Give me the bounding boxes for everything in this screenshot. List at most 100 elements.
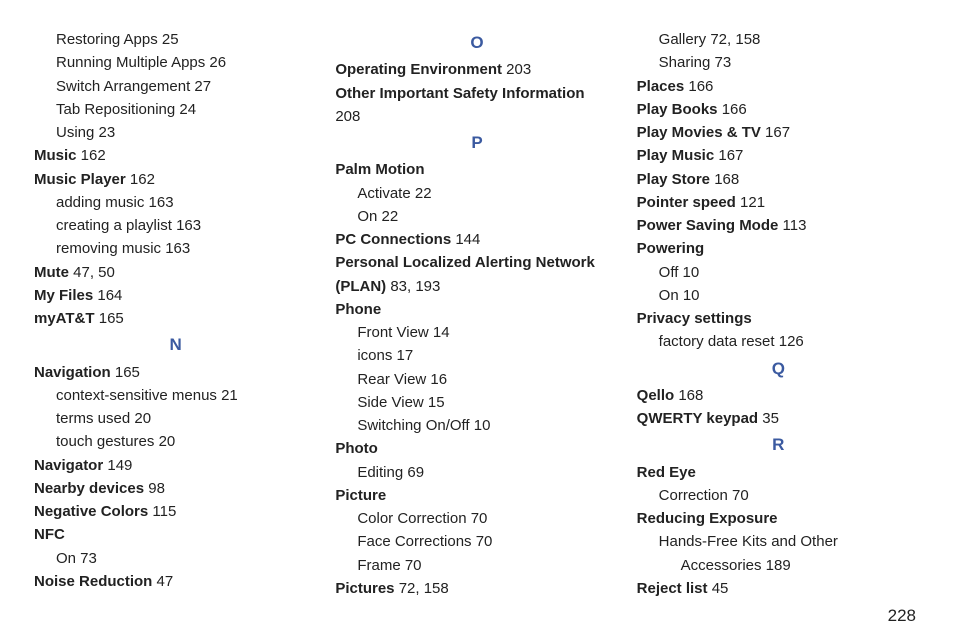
index-letter-heading: R xyxy=(637,432,920,458)
index-subentry: Tab Repositioning xyxy=(56,101,175,118)
index-page-ref: 15 xyxy=(424,394,445,411)
index-term: Music Player xyxy=(34,171,126,188)
index-term: Palm Motion xyxy=(335,161,424,178)
index-entry: Hands-Free Kits and Other xyxy=(637,530,920,553)
index-entry: Off 10 xyxy=(637,261,920,284)
index-page-ref: 22 xyxy=(377,208,398,225)
index-entry: Front View 14 xyxy=(335,321,618,344)
index-term: Navigator xyxy=(34,457,103,474)
index-entry: PC Connections 144 xyxy=(335,228,618,251)
index-entry: On 73 xyxy=(34,547,317,570)
index-entry: Running Multiple Apps 26 xyxy=(34,51,317,74)
index-page-ref: 10 xyxy=(678,264,699,281)
index-entry: Play Books 166 xyxy=(637,98,920,121)
index-entry: Frame 70 xyxy=(335,554,618,577)
index-term: myAT&T xyxy=(34,310,95,327)
index-subentry: Restoring Apps xyxy=(56,31,158,48)
index-entry: Side View 15 xyxy=(335,391,618,414)
index-term: Negative Colors xyxy=(34,503,148,520)
index-subentry: touch gestures xyxy=(56,433,154,450)
index-page-ref: 10 xyxy=(679,287,700,304)
index-entry: Mute 47, 50 xyxy=(34,261,317,284)
index-subentry: On xyxy=(56,550,76,567)
index-entry: Using 23 xyxy=(34,121,317,144)
index-column-2: OOperating Environment 203Other Importan… xyxy=(335,28,618,588)
index-subentry: Color Correction xyxy=(357,510,466,527)
index-entry: Pictures 72, 158 xyxy=(335,577,618,600)
index-entry: factory data reset 126 xyxy=(637,330,920,353)
index-entry: Sharing 73 xyxy=(637,51,920,74)
index-entry: Color Correction 70 xyxy=(335,507,618,530)
index-subentry: Correction xyxy=(659,487,728,504)
index-term: Navigation xyxy=(34,364,111,381)
index-subentry: Editing xyxy=(357,464,403,481)
index-subentry: 208 xyxy=(335,108,360,125)
index-page-ref: 70 xyxy=(401,557,422,574)
index-page-ref: 25 xyxy=(158,31,179,48)
index-page-ref: 144 xyxy=(451,231,480,248)
index-page-ref: 83, 193 xyxy=(386,278,440,295)
index-subentry: removing music xyxy=(56,240,161,257)
index-page-ref: 164 xyxy=(93,287,122,304)
index-subentry: icons xyxy=(357,347,392,364)
index-term: Play Movies & TV xyxy=(637,124,761,141)
index-entry: myAT&T 165 xyxy=(34,307,317,330)
index-entry: Navigation 165 xyxy=(34,361,317,384)
index-page-ref: 149 xyxy=(103,457,132,474)
index-subentry: Rear View xyxy=(357,371,426,388)
index-subentry: Hands-Free Kits and Other xyxy=(659,533,838,550)
index-subentry: Front View xyxy=(357,324,428,341)
index-page-ref: 23 xyxy=(94,124,115,141)
index-page-ref: 126 xyxy=(775,333,804,350)
index-entry: icons 17 xyxy=(335,344,618,367)
index-page-ref: 98 xyxy=(144,480,165,497)
index-page-ref: 24 xyxy=(175,101,196,118)
index-term: Play Music xyxy=(637,147,715,164)
index-term: Powering xyxy=(637,240,705,257)
index-subentry: terms used xyxy=(56,410,130,427)
index-entry: Nearby devices 98 xyxy=(34,477,317,500)
index-entry: Play Store 168 xyxy=(637,168,920,191)
index-entry: Rear View 16 xyxy=(335,368,618,391)
index-term: Operating Environment xyxy=(335,61,502,78)
index-subentry: adding music xyxy=(56,194,144,211)
index-entry: Powering xyxy=(637,237,920,260)
index-page-ref: 26 xyxy=(205,54,226,71)
index-page-ref: 27 xyxy=(190,78,211,95)
index-subentry: Running Multiple Apps xyxy=(56,54,205,71)
index-entry: Palm Motion xyxy=(335,158,618,181)
index-subentry: On xyxy=(357,208,377,225)
index-page-ref: 70 xyxy=(472,533,493,550)
index-entry: Navigator 149 xyxy=(34,454,317,477)
index-subentry: creating a playlist xyxy=(56,217,172,234)
index-term: Reducing Exposure xyxy=(637,510,778,527)
index-entry: Reducing Exposure xyxy=(637,507,920,530)
index-page-ref: 166 xyxy=(684,78,713,95)
index-page-ref: 70 xyxy=(467,510,488,527)
index-page-ref: 203 xyxy=(502,61,531,78)
index-entry: Restoring Apps 25 xyxy=(34,28,317,51)
index-term: Play Books xyxy=(637,101,718,118)
index-page-ref: 70 xyxy=(728,487,749,504)
index-entry: Pointer speed 121 xyxy=(637,191,920,214)
index-entry: QWERTY keypad 35 xyxy=(637,407,920,430)
index-entry: touch gestures 20 xyxy=(34,430,317,453)
index-page-ref: 113 xyxy=(778,217,806,234)
index-entry: My Files 164 xyxy=(34,284,317,307)
index-subentry: Accessories xyxy=(681,557,762,574)
index-subentry: factory data reset xyxy=(659,333,775,350)
index-entry: Noise Reduction 47 xyxy=(34,570,317,593)
index-columns: Restoring Apps 25Running Multiple Apps 2… xyxy=(34,28,920,588)
index-column-1: Restoring Apps 25Running Multiple Apps 2… xyxy=(34,28,317,588)
index-term: Reject list xyxy=(637,580,708,597)
index-term: Pointer speed xyxy=(637,194,736,211)
index-entry: Gallery 72, 158 xyxy=(637,28,920,51)
index-page-ref: 168 xyxy=(710,171,739,188)
index-page-ref: 35 xyxy=(758,410,779,427)
index-term: PC Connections xyxy=(335,231,451,248)
index-entry: adding music 163 xyxy=(34,191,317,214)
index-page-ref: 16 xyxy=(426,371,447,388)
index-entry: NFC xyxy=(34,523,317,546)
index-page-ref: 22 xyxy=(411,185,432,202)
index-term: Noise Reduction xyxy=(34,573,152,590)
